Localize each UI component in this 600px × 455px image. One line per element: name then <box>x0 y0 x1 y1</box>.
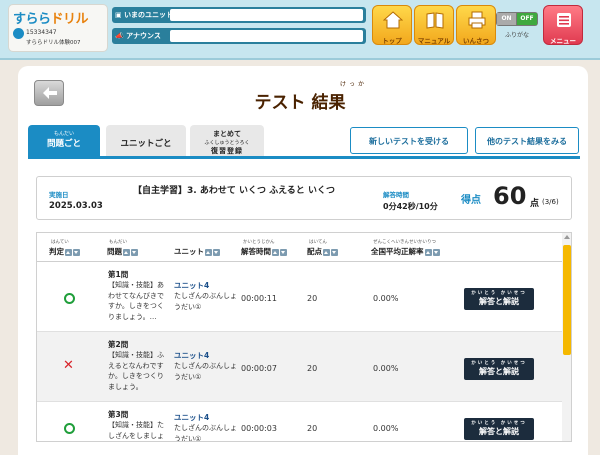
furigana-toggle[interactable]: ON OFF <box>496 12 538 26</box>
table-row: ✕ 第2問 【知識・技能】ふえるとなんわですか。しきをつくりましょう。 ユニット… <box>37 332 562 402</box>
unit-title: ユニット4 <box>174 281 210 290</box>
question-title: 第1問 <box>108 270 129 279</box>
tab-bulk-review[interactable]: まとめて ふくしゅうとうろく 復習登録 <box>190 125 264 156</box>
results-table: はんてい 判定 もんだい 問題 ユニット かいとうじかん 解答時間 はいてん 配… <box>36 232 572 442</box>
current-unit-field <box>170 9 363 21</box>
points: 20 <box>307 294 318 303</box>
table-row: 第1問 【知識・技能】あわせてなんびきですか。しきをつくりましょう。… ユニット… <box>37 262 562 332</box>
tab-by-unit[interactable]: ユニットごと <box>106 125 186 156</box>
explanation-button[interactable]: かいとう かいせつ 解答と解説 <box>464 358 534 380</box>
app-header: すららドリル 15334347 すららドリル体験007 ▣ いまのユニット 📣 … <box>0 0 600 60</box>
question-title: 第3問 <box>108 410 129 419</box>
answer-time: 00:00:07 <box>241 364 277 373</box>
answer-time: 00:00:11 <box>241 294 277 303</box>
wrong-icon: ✕ <box>63 358 74 373</box>
sort-asc-icon[interactable] <box>424 248 432 256</box>
score-unit: 点 <box>530 199 540 209</box>
time-value: 0分42秒/10分 <box>383 202 438 211</box>
current-unit-bar: ▣ いまのユニット <box>112 7 366 23</box>
sort-asc-icon[interactable] <box>123 248 130 256</box>
question-text: 【知識・技能】ふえるとなんわですか。しきをつくりましょう。 <box>108 351 164 391</box>
sort-desc-icon[interactable] <box>280 248 287 256</box>
home-icon <box>383 11 403 29</box>
unit-text: たしざんのぶんしょうだい① <box>174 362 237 381</box>
other-results-button[interactable]: 他のテスト結果をみる <box>475 127 579 154</box>
sort-desc-icon[interactable] <box>331 248 338 256</box>
manual-button[interactable]: マニュアル <box>414 5 454 45</box>
column-header-unit[interactable]: ユニット <box>174 246 220 257</box>
user-name: すららドリル体験007 <box>26 40 81 46</box>
announce-bar: 📣 アナウンス <box>112 28 366 44</box>
correct-icon <box>64 423 75 434</box>
page-title-ruby: けっか <box>340 81 368 88</box>
furigana-caption: ふりがな <box>504 32 529 39</box>
scroll-up-icon[interactable] <box>564 235 570 239</box>
points: 20 <box>307 424 318 433</box>
column-header-average[interactable]: 全国平均正解率 <box>371 246 440 257</box>
menu-button[interactable]: メニュー <box>543 5 583 45</box>
average-rate: 0.00% <box>373 424 399 433</box>
sort-desc-icon[interactable] <box>131 248 138 256</box>
user-icon <box>13 28 24 39</box>
test-summary: 実施日 2025.03.03 【自主学習】3. あわせて いくつ ふえると いく… <box>36 176 572 220</box>
question-text: 【知識・技能】たしざんをしましょう。 <box>108 421 164 440</box>
book-icon <box>426 12 444 29</box>
date-label: 実施日 <box>49 191 69 199</box>
answer-time: 00:00:03 <box>241 424 277 433</box>
score-label: 得点 <box>461 195 481 206</box>
unit-title: ユニット4 <box>174 413 210 422</box>
average-rate: 0.00% <box>373 364 399 373</box>
unit-text: たしざんのぶんしょうだい① <box>174 424 237 442</box>
current-unit-label: ▣ いまのユニット <box>115 11 174 19</box>
date-value: 2025.03.03 <box>49 201 103 211</box>
column-header-question[interactable]: 問題 <box>107 246 138 257</box>
new-test-button[interactable]: 新しいテストを受ける <box>350 127 468 154</box>
column-header-time[interactable]: 解答時間 <box>241 246 287 257</box>
question-title: 第2問 <box>108 340 129 349</box>
tab-underline <box>28 156 580 159</box>
question-text: 【知識・技能】あわせてなんびきですか。しきをつくりましょう。… <box>108 281 164 321</box>
average-rate: 0.00% <box>373 294 399 303</box>
table-scrollbar[interactable] <box>562 233 571 441</box>
test-name: 【自主学習】3. あわせて いくつ ふえると いくつ <box>133 186 335 196</box>
sort-asc-icon[interactable] <box>205 248 212 256</box>
menu-icon <box>557 13 571 27</box>
app-logo[interactable]: すららドリル <box>13 8 89 27</box>
correct-icon <box>64 293 75 304</box>
column-header-points[interactable]: 配点 <box>307 246 338 257</box>
sort-desc-icon[interactable] <box>432 248 440 256</box>
time-label: 解答時間 <box>383 191 409 199</box>
column-header-result[interactable]: 判定 <box>49 246 80 257</box>
tab-by-question[interactable]: もんだい 問題ごと <box>28 125 100 156</box>
sort-asc-icon[interactable] <box>272 248 279 256</box>
print-button[interactable]: いんさつ <box>456 5 496 45</box>
explanation-button[interactable]: かいとう かいせつ 解答と解説 <box>464 288 534 310</box>
scroll-thumb[interactable] <box>563 245 571 355</box>
explanation-button[interactable]: かいとう かいせつ 解答と解説 <box>464 418 534 440</box>
printer-icon <box>468 11 486 29</box>
sort-asc-icon[interactable] <box>65 248 72 256</box>
table-row: 第3問 【知識・技能】たしざんをしましょう。 ユニット4 たしざんのぶんしょうだ… <box>37 402 562 442</box>
top-button[interactable]: トップ <box>372 5 412 45</box>
unit-text: たしざんのぶんしょうだい① <box>174 292 237 311</box>
announce-label: 📣 アナウンス <box>115 32 161 40</box>
page-title: テスト 結果 <box>254 93 346 113</box>
score-value: 60 <box>493 182 527 210</box>
sort-desc-icon[interactable] <box>73 248 80 256</box>
announce-field[interactable] <box>170 30 363 42</box>
logo-box: すららドリル 15334347 すららドリル体験007 <box>8 4 108 52</box>
unit-title: ユニット4 <box>174 351 210 360</box>
user-id: 15334347 <box>26 29 57 36</box>
score-fraction: (3/6) <box>542 198 559 206</box>
sort-desc-icon[interactable] <box>213 248 220 256</box>
sort-asc-icon[interactable] <box>323 248 330 256</box>
points: 20 <box>307 364 318 373</box>
